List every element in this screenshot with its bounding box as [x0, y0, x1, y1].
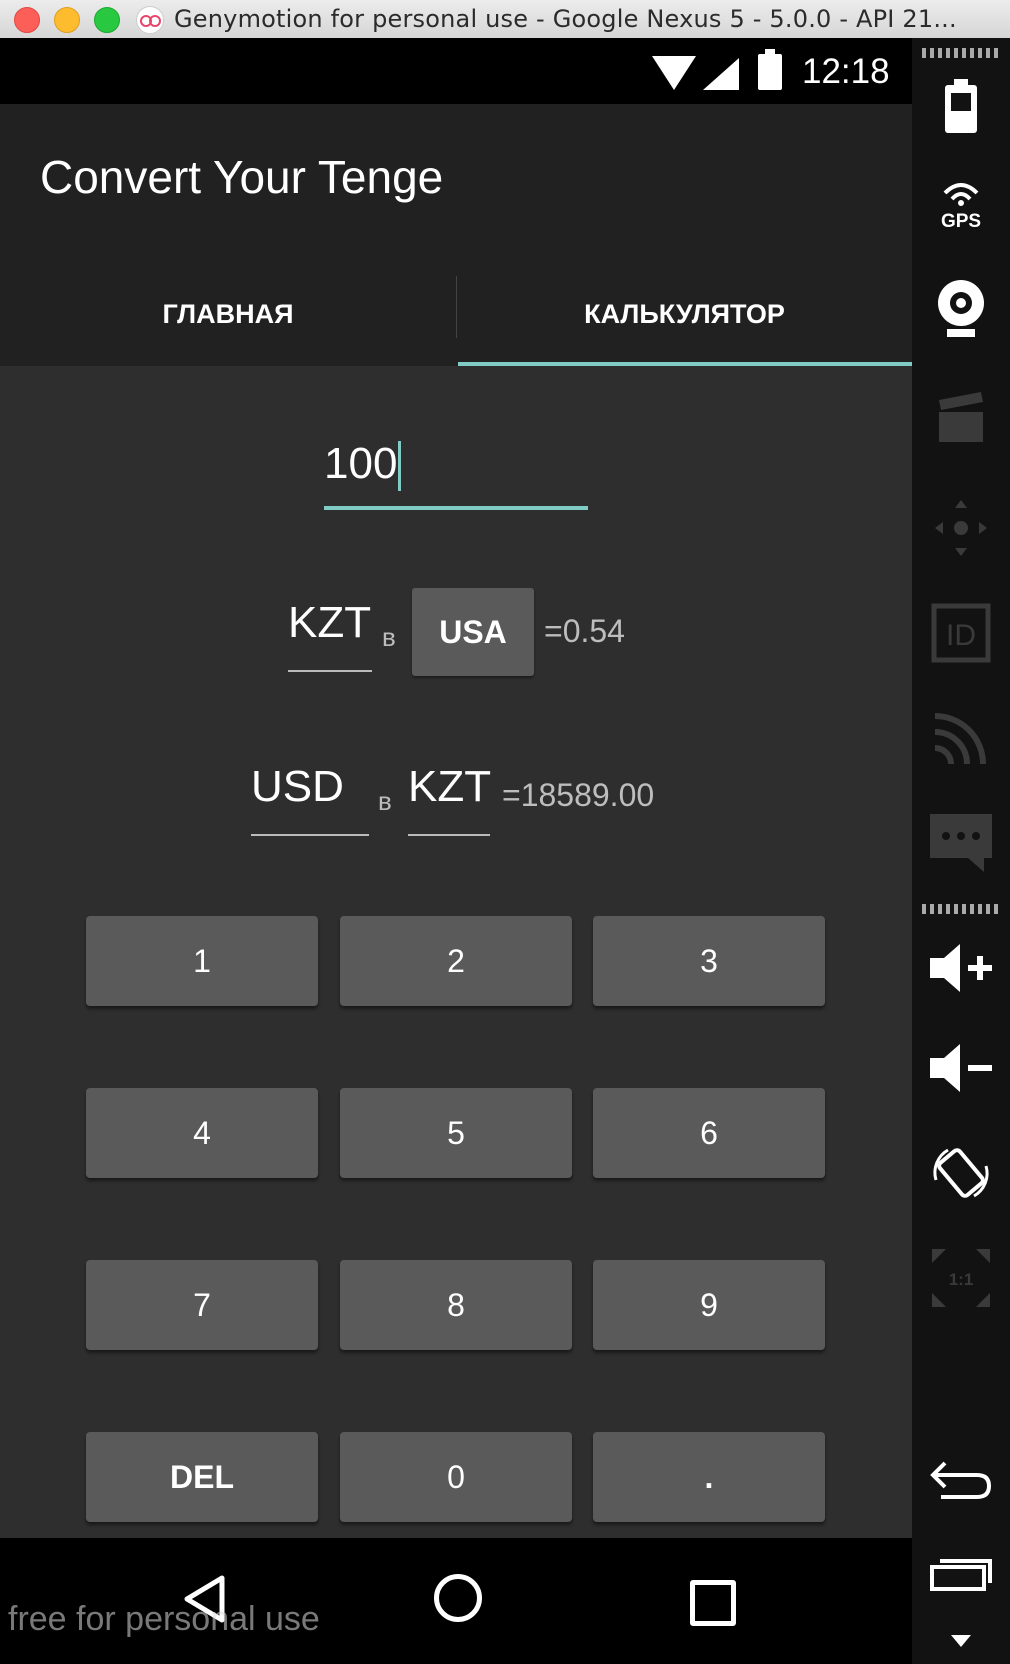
result-1: =0.54	[544, 613, 625, 649]
key-8[interactable]: 8	[340, 1260, 572, 1350]
to-currency-button[interactable]: USA	[412, 588, 534, 676]
volume-up-icon[interactable]	[912, 928, 1010, 1008]
separator-label-2: в	[378, 786, 392, 816]
wifi-icon	[652, 56, 696, 90]
genymotion-sidebar: GPS ID 1:1	[912, 38, 1010, 1664]
separator-label-1: в	[382, 622, 396, 652]
tab-main[interactable]: ГЛАВНАЯ	[0, 262, 456, 366]
key-9[interactable]: 9	[593, 1260, 825, 1350]
calculator-panel: 100 KZT в USA =0.54 USD в KZT =18589.00 …	[0, 366, 912, 1538]
cell-signal-icon	[703, 58, 739, 90]
battery-icon	[758, 49, 782, 90]
key-1[interactable]: 1	[86, 916, 318, 1006]
window-titlebar: Genymotion for personal use - Google Nex…	[0, 0, 1010, 39]
remote-control-icon[interactable]	[912, 488, 1010, 568]
window-title: Genymotion for personal use - Google Nex…	[174, 5, 957, 33]
amount-value: 100	[324, 439, 398, 488]
key-decimal[interactable]: .	[593, 1432, 825, 1522]
cast-icon[interactable]	[912, 698, 1010, 778]
recent-apps-icon[interactable]	[912, 1538, 1010, 1608]
back-icon[interactable]	[912, 1438, 1010, 1518]
capture-icon[interactable]	[912, 378, 1010, 458]
minimize-window-button[interactable]	[54, 7, 80, 33]
battery-icon[interactable]	[912, 72, 1010, 142]
sms-icon[interactable]	[912, 803, 1010, 883]
rotate-icon[interactable]	[912, 1133, 1010, 1213]
from-currency-underline-2	[251, 834, 369, 836]
tab-bar: ГЛАВНАЯ КАЛЬКУЛЯТОР	[0, 262, 912, 367]
key-4[interactable]: 4	[86, 1088, 318, 1178]
to-currency-field-2[interactable]: KZT	[408, 762, 491, 812]
tab-calculator[interactable]: КАЛЬКУЛЯТОР	[457, 262, 912, 366]
nav-recents-icon[interactable]	[690, 1580, 736, 1626]
status-time: 12:18	[802, 52, 890, 91]
close-window-button[interactable]	[14, 7, 40, 33]
key-5[interactable]: 5	[340, 1088, 572, 1178]
genymotion-logo-icon	[136, 6, 164, 34]
device-id-icon[interactable]: ID	[912, 593, 1010, 673]
key-6[interactable]: 6	[593, 1088, 825, 1178]
app-title: Convert Your Tenge	[40, 151, 444, 203]
watermark-text: free for personal use	[8, 1600, 320, 1638]
amount-input[interactable]: 100	[324, 434, 588, 494]
key-delete[interactable]: DEL	[86, 1432, 318, 1522]
from-currency-underline-1	[288, 670, 372, 672]
key-2[interactable]: 2	[340, 916, 572, 1006]
text-cursor	[398, 441, 402, 492]
result-2: =18589.00	[502, 777, 655, 813]
sidebar-grip-top	[922, 48, 998, 58]
svg-text:GPS: GPS	[941, 211, 981, 231]
key-0[interactable]: 0	[340, 1432, 572, 1522]
svg-text:ID: ID	[946, 619, 976, 652]
gps-icon[interactable]: GPS	[912, 168, 1010, 238]
app-bar: Convert Your Tenge	[0, 104, 912, 262]
to-currency-underline-2	[408, 834, 490, 836]
sidebar-grip-middle	[922, 904, 998, 914]
webcam-icon[interactable]	[912, 268, 1010, 348]
maximize-window-button[interactable]	[94, 7, 120, 33]
from-currency-field-1[interactable]: KZT	[288, 598, 371, 648]
svg-text:1:1: 1:1	[949, 1270, 974, 1289]
key-3[interactable]: 3	[593, 916, 825, 1006]
amount-input-underline	[324, 506, 588, 510]
volume-down-icon[interactable]	[912, 1028, 1010, 1108]
key-7[interactable]: 7	[86, 1260, 318, 1350]
nav-home-icon[interactable]	[434, 1574, 482, 1622]
from-currency-field-2[interactable]: USD	[251, 762, 344, 812]
menu-icon[interactable]	[912, 1626, 1010, 1656]
scale-icon[interactable]: 1:1	[912, 1238, 1010, 1318]
